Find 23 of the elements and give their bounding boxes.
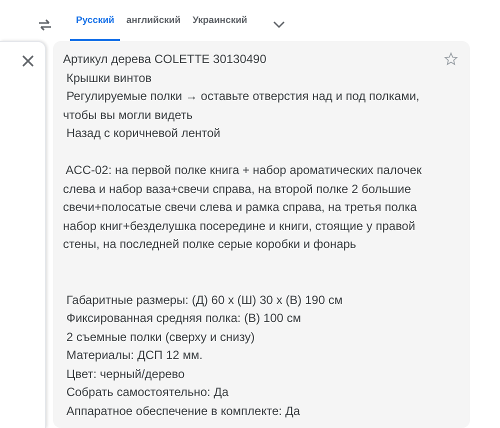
translation-line: стены, на последней полке серые коробки и фонарь xyxy=(63,236,356,253)
translation-line: слева и набор ваза+свечи справа, на второй полке 2 большие xyxy=(63,180,412,198)
translation-line: Материалы: ДСП 12 мм. xyxy=(65,347,203,364)
translation-line: Назад с коричневой лентой xyxy=(65,125,220,142)
language-tab[interactable]: Украинский xyxy=(186,10,254,41)
translation-line: Артикул дерева COLETTE 30130490 xyxy=(63,51,266,68)
translation-line: 2 съемные полки (сверху и снизу) xyxy=(65,328,255,346)
star-icon[interactable] xyxy=(444,52,458,66)
translation-line: свечи+полосатые свечи слева и рамка справа, на третья полка xyxy=(63,199,417,216)
translation-line: набор книг+безделушка посередине и книги, стоящие у правой xyxy=(63,218,416,234)
close-icon[interactable] xyxy=(22,55,34,67)
translation-line: Аппаратное обеспечение в комплекте: Да xyxy=(65,402,300,420)
translation-line: Габаритные размеры: (Д) 60 x (Ш) 30 x (В) 190 см xyxy=(65,292,343,308)
chevron-down-icon[interactable] xyxy=(273,21,286,29)
translation-line: Крышки винтов xyxy=(65,70,152,86)
translation-line: Собрать самостоятельно: Да xyxy=(65,384,229,401)
translation-line: Фиксированная средняя полка: (В) 100 см xyxy=(65,310,302,327)
translation-line: ACC-02: на первой полке книга + набор ароматических палочек xyxy=(64,162,422,179)
language-tab[interactable]: английский xyxy=(120,10,187,41)
translation-line: чтобы вы могли видеть xyxy=(63,106,193,124)
translation-line: Цвет: черный/дерево xyxy=(65,366,185,382)
translation-line: Регулируемые полки → оставьте отверстия над и под полками, xyxy=(65,88,420,105)
swap-icon[interactable] xyxy=(38,19,52,31)
